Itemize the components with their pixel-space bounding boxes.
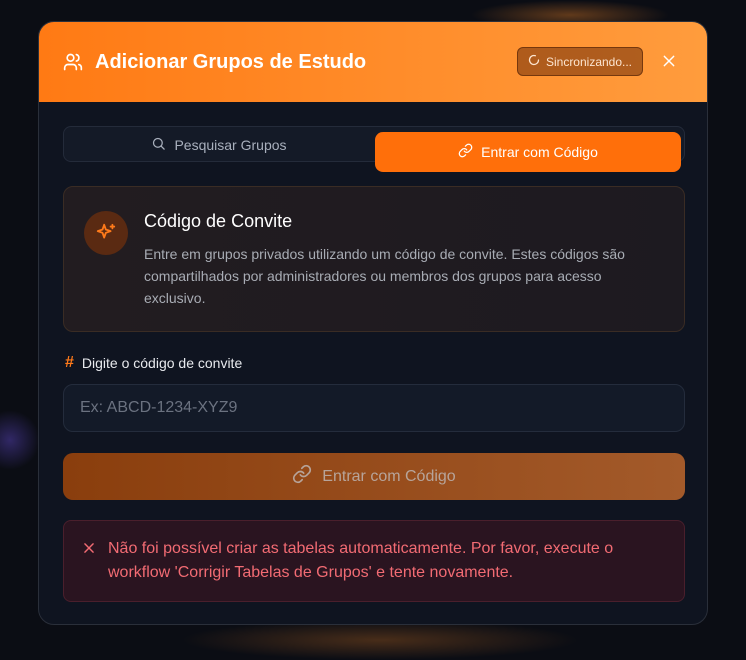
- tab-join-with-code[interactable]: Entrar com Código: [375, 132, 681, 172]
- sparkle-icon: [84, 211, 128, 255]
- link-icon: [458, 143, 473, 161]
- close-button[interactable]: [655, 49, 683, 77]
- tab-join-with-code-label: Entrar com Código: [481, 144, 598, 160]
- sync-status-badge: Sincronizando...: [517, 47, 643, 76]
- join-with-code-button-label: Entrar com Código: [322, 467, 456, 485]
- background-glow-bottom: [180, 620, 580, 660]
- modal-title: Adicionar Grupos de Estudo: [95, 50, 367, 73]
- close-icon: [661, 53, 677, 74]
- search-icon: [151, 136, 166, 154]
- invite-code-input[interactable]: [63, 384, 685, 432]
- hash-icon: #: [65, 354, 74, 371]
- sync-status-label: Sincronizando...: [545, 54, 633, 69]
- invite-code-field-label: # Digite o código de convite: [65, 354, 242, 372]
- users-icon: [63, 51, 85, 73]
- error-message-box: Não foi possível criar as tabelas automa…: [63, 520, 685, 602]
- info-card-title: Código de Convite: [144, 211, 293, 231]
- modal-header: Adicionar Grupos de Estudo Sincronizando…: [39, 22, 707, 102]
- info-card-description: Entre em grupos privados utilizando um c…: [144, 246, 625, 306]
- x-icon: [82, 541, 96, 560]
- invite-code-label-text: Digite o código de convite: [81, 355, 243, 371]
- join-with-code-button[interactable]: Entrar com Código: [63, 453, 685, 500]
- background-glow-left: [0, 410, 40, 470]
- invite-code-info-card: Código de Convite Entre em grupos privad…: [63, 186, 685, 332]
- add-study-groups-modal: Adicionar Grupos de Estudo Sincronizando…: [38, 21, 708, 625]
- tab-search-groups[interactable]: Pesquisar Grupos: [64, 127, 374, 163]
- error-message-text: Não foi possível criar as tabelas automa…: [108, 540, 614, 581]
- tab-search-groups-label: Pesquisar Grupos: [174, 137, 287, 153]
- tab-bar: Pesquisar Grupos Entrar com Código: [63, 126, 685, 172]
- spinner-icon: [528, 54, 540, 69]
- link-icon: [292, 464, 312, 489]
